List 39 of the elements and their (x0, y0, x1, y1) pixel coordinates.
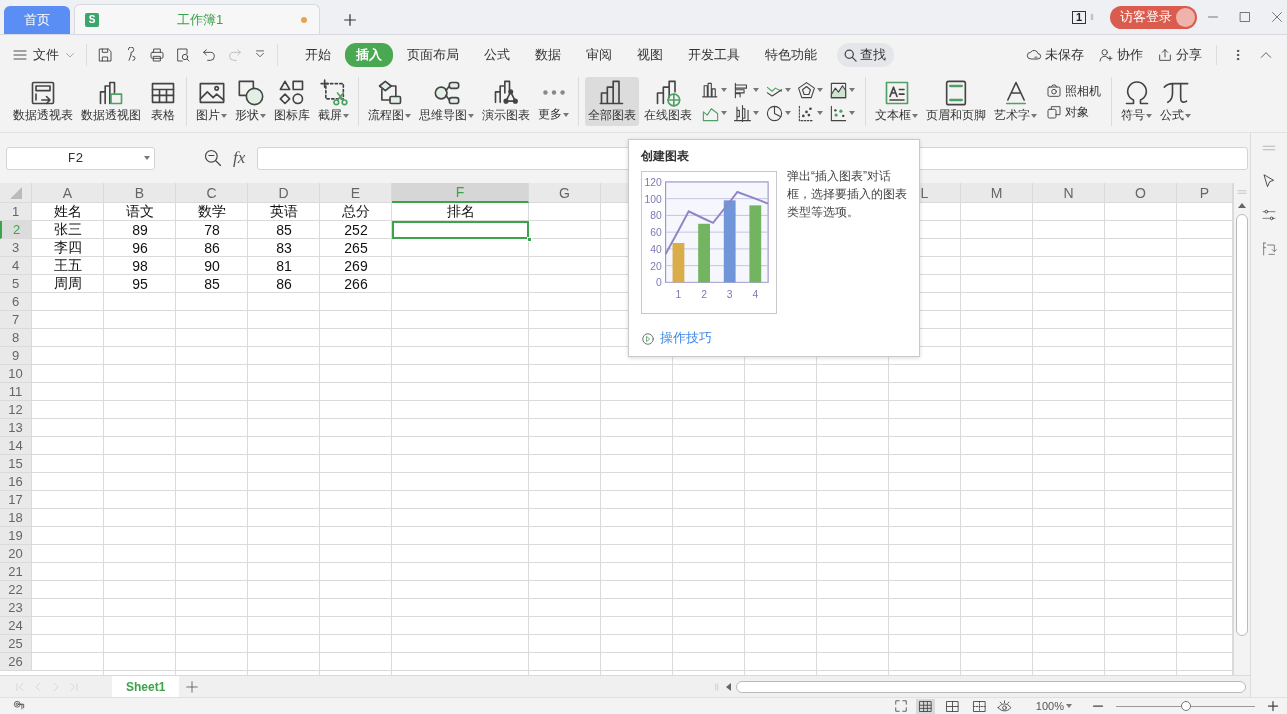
table-cell-text: 95 (131, 275, 149, 293)
table-cell-text: 张三 (53, 221, 83, 239)
table-cell-text: 85 (275, 221, 293, 239)
app-icon: S (85, 12, 99, 27)
table-cell-text: 265 (343, 239, 369, 257)
table-cell-text: 86 (203, 239, 221, 257)
table-cell-text: 王五 (53, 257, 83, 275)
axis-tick-label: 0 (655, 277, 662, 289)
table-cell-text: 总分 (341, 203, 371, 221)
axis-tick-label: 1 (675, 289, 682, 301)
table-cell-text: 姓名 (53, 203, 83, 221)
table-cell-text: 英语 (269, 203, 299, 221)
axis-tick-label: 120 (644, 176, 662, 188)
axis-tick-label: 60 (650, 227, 662, 239)
table-cell-text: 81 (275, 257, 293, 275)
table-cell-text: 排名 (445, 203, 476, 221)
axis-tick-label: 80 (650, 210, 662, 222)
table-cell-text: 96 (131, 239, 149, 257)
table-cell-text: 252 (343, 221, 369, 239)
table-cell-text: 语文 (125, 203, 155, 221)
axis-tick-label: 20 (650, 260, 662, 272)
axis-tick-label: 4 (752, 289, 759, 301)
table-cell-text: 83 (275, 239, 293, 257)
table-cell-text: 李四 (53, 239, 83, 257)
tooltip-title: 创建图表 (641, 148, 690, 165)
table-cell-text: 78 (203, 221, 221, 239)
table-cell-text: 90 (203, 257, 221, 275)
table-cell-text: 98 (131, 257, 149, 275)
axis-tick-label: 40 (650, 243, 662, 255)
table-cell-text: 数学 (197, 203, 227, 221)
table-cell-text: 85 (203, 275, 221, 293)
table-cell-text: 266 (343, 275, 369, 293)
table-cell-text: 周周 (53, 275, 83, 293)
axis-tick-label: 2 (701, 289, 707, 301)
axis-tick-label: 100 (644, 193, 662, 205)
axis-tick-label: 3 (726, 289, 733, 301)
table-cell-text: 89 (131, 221, 149, 239)
table-cell-text: 86 (275, 275, 293, 293)
table-cell-text: 269 (343, 257, 369, 275)
